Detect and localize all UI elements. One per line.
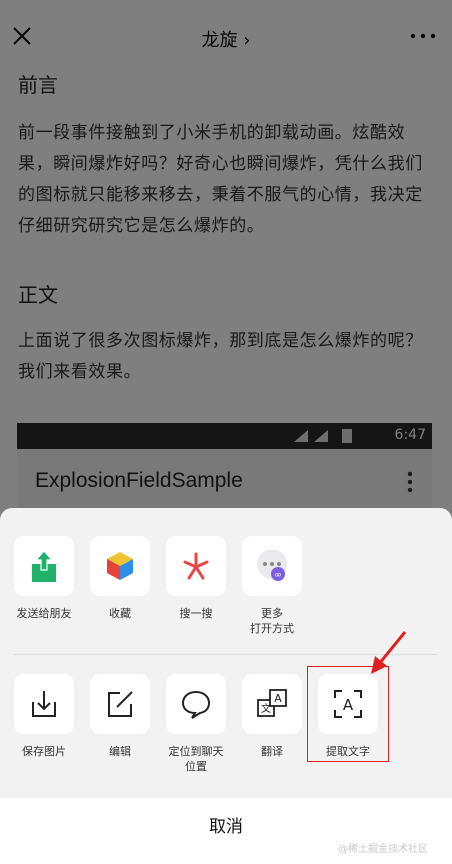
edit-button[interactable]: 编辑 (84, 674, 156, 759)
more-open-with-icon: ∞ (257, 550, 287, 581)
cancel-button[interactable]: 取消 (0, 812, 452, 837)
send-to-friend-label: 发送给朋友 (16, 607, 72, 620)
search-search-icon (183, 552, 209, 580)
locate-chat-tile (166, 674, 226, 734)
edit-icon (108, 691, 133, 717)
translate-button[interactable]: A 文 翻译 (236, 674, 308, 759)
more-open-with-label: 更多 打开方式 (250, 607, 294, 635)
svg-text:文: 文 (261, 702, 271, 715)
more-open-with-button[interactable]: ∞ 更多 打开方式 (236, 536, 308, 636)
send-to-friend-tile (14, 536, 74, 596)
annotation-arrow-icon (371, 631, 407, 674)
send-to-friend-button[interactable]: 发送给朋友 (8, 536, 80, 621)
locate-chat-button[interactable]: 定位到聊天 位置 (160, 674, 232, 774)
more-open-with-tile: ∞ (242, 536, 302, 596)
translate-tile: A 文 (242, 674, 302, 734)
favorite-button[interactable]: 收藏 (84, 536, 156, 621)
translate-icon: A 文 (257, 689, 287, 717)
send-to-friend-icon (32, 550, 56, 582)
extract-text-highlight-box (307, 666, 389, 762)
edit-label: 编辑 (109, 745, 131, 758)
watermark: @稀土掘金技术社区 (338, 844, 428, 855)
edit-tile (90, 674, 150, 734)
search-search-tile (166, 536, 226, 596)
save-image-tile (14, 674, 74, 734)
locate-chat-label: 定位到聊天 位置 (168, 745, 224, 773)
favorite-label: 收藏 (109, 607, 131, 620)
favorite-cube-icon (107, 552, 133, 580)
translate-label: 翻译 (261, 745, 283, 758)
save-image-icon (32, 691, 56, 717)
svg-text:A: A (274, 692, 282, 705)
svg-text:∞: ∞ (274, 571, 282, 581)
search-search-button[interactable]: 搜一搜 (160, 536, 232, 621)
search-search-label: 搜一搜 (179, 607, 213, 620)
save-image-label: 保存图片 (22, 745, 66, 758)
favorite-tile (90, 536, 150, 596)
locate-chat-icon (181, 690, 211, 719)
save-image-button[interactable]: 保存图片 (8, 674, 80, 759)
